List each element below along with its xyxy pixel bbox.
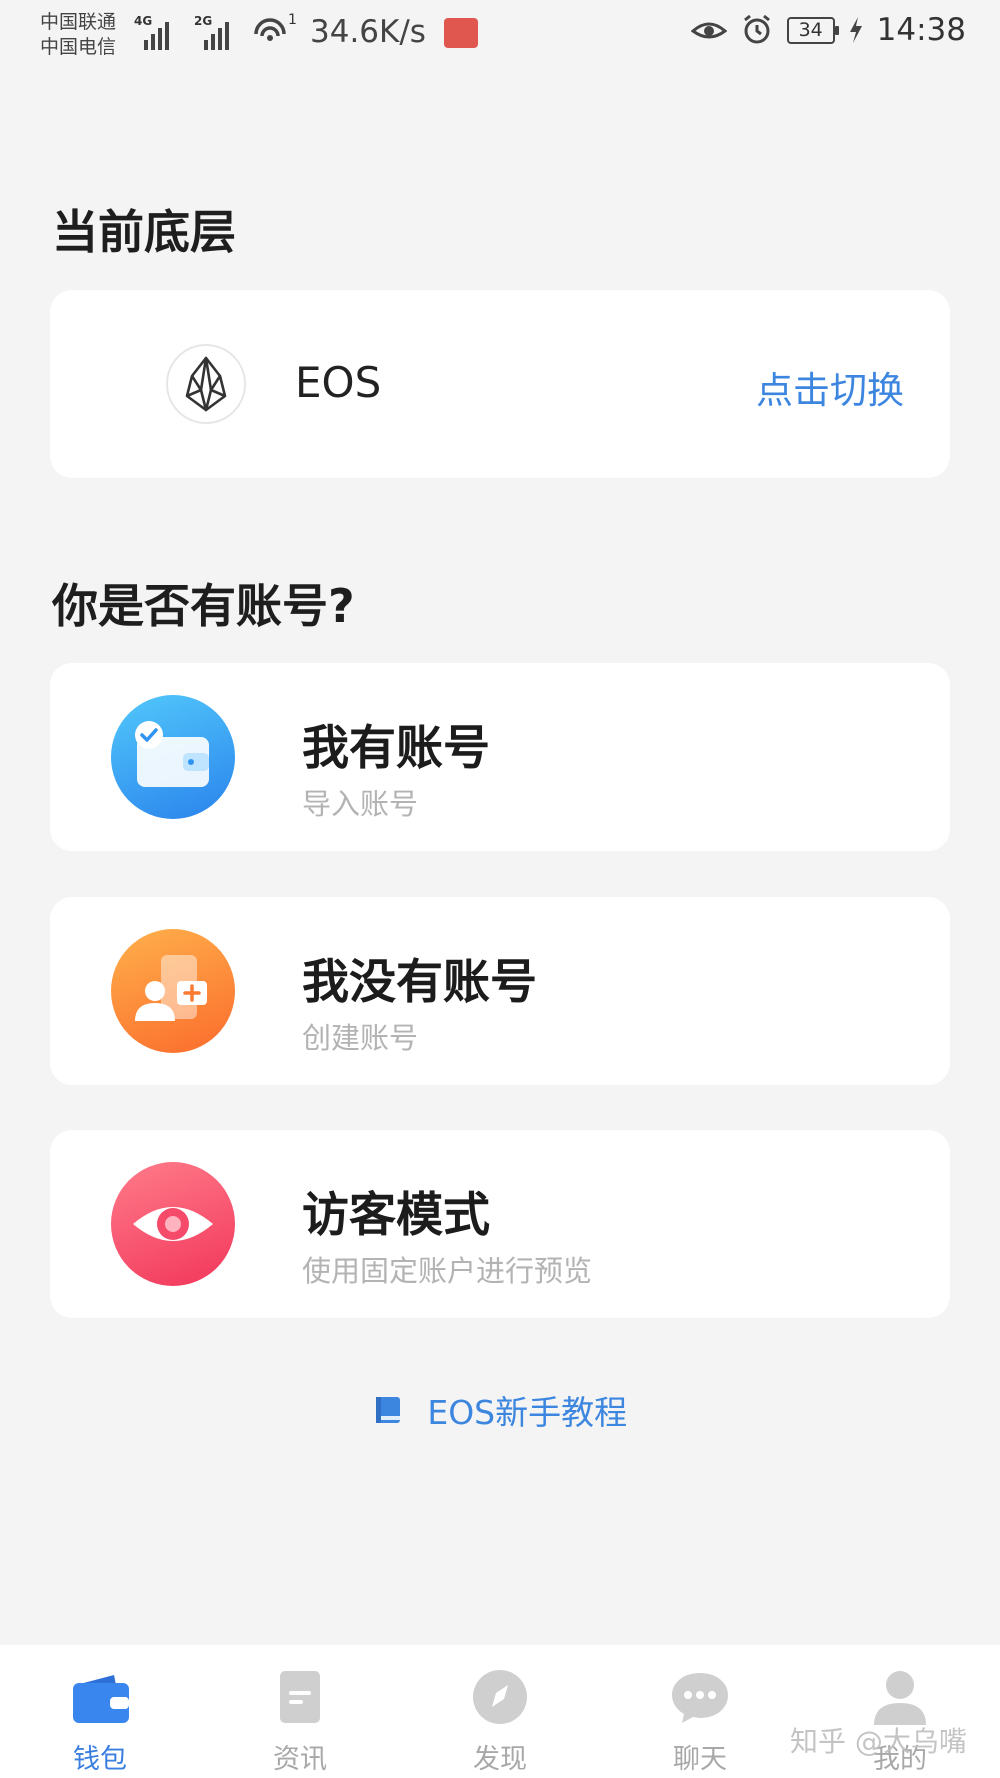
app-badge-icon <box>444 18 478 48</box>
book-icon <box>375 1397 400 1423</box>
hotspot-count: 1 <box>288 12 297 28</box>
option-no-account[interactable]: 我没有账号 创建账号 <box>50 897 950 1085</box>
alarm-icon <box>743 14 770 44</box>
carrier-names: 中国联通 中国电信 <box>40 10 116 60</box>
eos-logo-icon <box>166 344 246 424</box>
compass-icon <box>473 1670 527 1724</box>
tab-wallet[interactable]: 钱包 <box>0 1645 200 1778</box>
option-title: 访客模式 <box>302 1188 490 1243</box>
carrier-2: 中国电信 <box>40 36 117 58</box>
account-question-title: 你是否有账号? <box>52 579 355 633</box>
tab-label: 聊天 <box>673 1744 727 1775</box>
option-subtitle: 使用固定账户进行预览 <box>302 1254 593 1288</box>
network-speed: 34.6K/s <box>310 14 426 50</box>
tab-label: 资讯 <box>273 1744 327 1775</box>
option-have-account[interactable]: 我有账号 导入账号 <box>50 663 950 851</box>
current-chain-title: 当前底层 <box>52 205 236 259</box>
carrier-1: 中国联通 <box>40 11 117 33</box>
clock: 14:38 <box>876 12 966 48</box>
status-bar: 中国联通 中国电信 4G 2G 1 34.6K/s 34 14:38 <box>0 0 1000 70</box>
current-chain-card: EOS 点击切换 <box>50 290 950 478</box>
option-subtitle: 导入账号 <box>302 787 419 821</box>
tab-label: 发现 <box>473 1744 527 1775</box>
wallet-icon <box>73 1675 129 1723</box>
status-right: 34 14:38 <box>690 12 966 48</box>
tab-discover[interactable]: 发现 <box>400 1645 600 1778</box>
tab-label: 钱包 <box>73 1744 127 1775</box>
eye-comfort-icon <box>690 22 727 39</box>
eye-icon <box>111 1162 235 1286</box>
chain-name: EOS <box>295 358 382 407</box>
tutorial-label: EOS新手教程 <box>427 1393 628 1432</box>
hotspot-icon <box>254 18 286 41</box>
wallet-check-icon <box>111 695 235 819</box>
option-guest-mode[interactable]: 访客模式 使用固定账户进行预览 <box>50 1130 950 1318</box>
switch-chain-link[interactable]: 点击切换 <box>756 360 904 414</box>
option-subtitle: 创建账号 <box>302 1021 419 1055</box>
create-account-icon <box>111 929 235 1053</box>
tab-chat[interactable]: 聊天 <box>600 1645 800 1778</box>
chat-icon <box>672 1673 728 1723</box>
tab-news[interactable]: 资讯 <box>200 1645 400 1778</box>
option-title: 我没有账号 <box>302 955 537 1010</box>
profile-icon <box>874 1671 926 1725</box>
option-title: 我有账号 <box>302 721 490 776</box>
battery-icon: 34 <box>786 16 839 44</box>
battery-level: 34 <box>798 18 823 41</box>
screen: 中国联通 中国电信 4G 2G 1 34.6K/s 34 14:38 当前底层 … <box>0 0 1000 1778</box>
news-icon <box>280 1671 320 1723</box>
charging-icon <box>849 17 862 43</box>
watermark: 知乎 @大乌嘴 <box>790 1725 967 1758</box>
tutorial-link[interactable]: EOS新手教程 <box>0 1386 1000 1434</box>
